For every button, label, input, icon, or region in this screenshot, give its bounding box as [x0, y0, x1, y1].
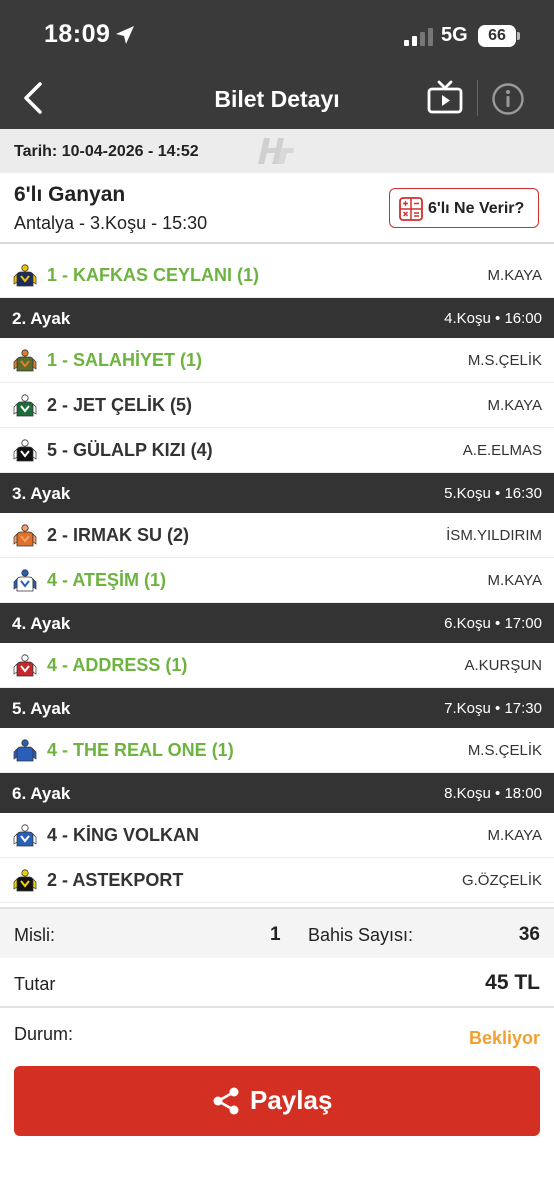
leg-race-time: 5.Koşu • 16:30 [444, 485, 542, 502]
share-icon [213, 1087, 239, 1115]
horse-row[interactable]: 4 - ADDRESS (1) A.KURŞUN [0, 643, 554, 688]
horse-name: 4 - ATEŞİM (1) [47, 570, 167, 590]
horse-name: 2 - ASTEKPORT [47, 870, 184, 890]
leg-label: 6. Ayak [12, 784, 71, 803]
leg-header: 5. Ayak 7.Koşu • 17:30 [0, 688, 554, 728]
tv-icon[interactable] [427, 80, 463, 116]
horse-name: 2 - IRMAK SU (2) [47, 525, 190, 545]
horse-row[interactable]: 4 - THE REAL ONE (1) M.S.ÇELİK [0, 728, 554, 773]
jockey-name: M.S.ÇELİK [467, 742, 542, 759]
jockey-silk-icon [13, 824, 37, 847]
horse-name: 1 - SALAHİYET (1) [47, 350, 203, 370]
watermark-logo-icon [258, 138, 294, 164]
amount-label: Tutar [14, 974, 56, 994]
page-title: Bilet Detayı [214, 86, 340, 112]
leg-label: 2. Ayak [12, 309, 71, 328]
ticket-date: Tarih: 10-04-2026 - 14:52 [14, 143, 199, 160]
location-arrow-icon [116, 26, 134, 44]
jockey-name: M.KAYA [487, 267, 542, 284]
network-label: 5G [441, 24, 468, 46]
horse-name: 5 - GÜLALP KIZI (4) [47, 440, 213, 460]
horse-name: 2 - JET ÇELİK (5) [47, 395, 193, 415]
status-value: Bekliyor [468, 1028, 540, 1048]
horse-row[interactable]: 1 - SALAHİYET (1) M.S.ÇELİK [0, 338, 554, 383]
leg-header: 4. Ayak 6.Koşu • 17:00 [0, 603, 554, 643]
leg-race-time: 8.Koşu • 18:00 [444, 785, 542, 802]
battery-tip [517, 32, 520, 40]
jockey-name: M.KAYA [487, 397, 542, 414]
leg-label: 4. Ayak [12, 614, 71, 633]
horse-name: 4 - KİNG VOLKAN [47, 825, 200, 845]
misli-value: 1 [270, 924, 281, 945]
leg-race-time: 6.Koşu • 17:00 [444, 615, 542, 632]
status-label: Durum: [14, 1024, 74, 1044]
top-bar: 18:09 5G 66 Bilet Detayı [0, 0, 554, 129]
jockey-silk-icon [13, 869, 37, 892]
jockey-silk-icon [13, 264, 37, 287]
jockey-name: İSM.YILDIRIM [446, 527, 542, 544]
bet-race: Antalya - 3.Koşu - 15:30 [14, 213, 208, 233]
leg-label: 3. Ayak [12, 484, 71, 503]
ne-verir-button[interactable]: 6'lı Ne Verir? [389, 188, 539, 228]
amount-row: Tutar 45 TL [0, 958, 554, 1008]
jockey-silk-icon [13, 569, 37, 592]
jockey-silk-icon [13, 524, 37, 547]
horse-row[interactable]: 2 - ASTEKPORT G.ÖZÇELİK [0, 858, 554, 903]
bahis-count-label: Bahis Sayısı: [308, 925, 414, 945]
horse-row[interactable]: 1 - KAFKAS CEYLANI (1) M.KAYA [0, 253, 554, 298]
horse-row[interactable]: 5 - GÜLALP KIZI (4) A.E.ELMAS [0, 428, 554, 473]
jockey-silk-icon [13, 394, 37, 417]
horse-name: 4 - THE REAL ONE (1) [47, 740, 234, 760]
share-label: Paylaş [250, 1085, 333, 1115]
jockey-name: M.KAYA [487, 827, 542, 844]
jockey-name: A.E.ELMAS [462, 442, 542, 459]
jockey-silk-icon [13, 739, 37, 762]
status-time: 18:09 [44, 20, 111, 48]
bahis-count-value: 36 [518, 924, 540, 945]
signal-icon [404, 28, 433, 46]
share-button[interactable]: Paylaş [14, 1066, 540, 1136]
header-divider [477, 80, 478, 116]
divider [0, 242, 554, 244]
leg-race-time: 4.Koşu • 16:00 [444, 310, 542, 327]
horse-name: 4 - ADDRESS (1) [47, 655, 188, 675]
horse-row[interactable]: 2 - JET ÇELİK (5) M.KAYA [0, 383, 554, 428]
jockey-name: M.S.ÇELİK [467, 352, 542, 369]
jockey-name: M.KAYA [487, 572, 542, 589]
info-icon[interactable] [491, 82, 525, 116]
jockey-name: A.KURŞUN [464, 657, 542, 674]
leg-label: 5. Ayak [12, 699, 71, 718]
calculator-icon [399, 197, 423, 221]
horse-row[interactable]: 4 - ATEŞİM (1) M.KAYA [0, 558, 554, 603]
leg-race-time: 7.Koşu • 17:30 [444, 700, 542, 717]
jockey-name: G.ÖZÇELİK [461, 872, 542, 889]
misli-label: Misli: [14, 925, 55, 945]
jockey-silk-icon [13, 654, 37, 677]
amount-value: 45 TL [485, 971, 540, 994]
jockey-silk-icon [13, 349, 37, 372]
battery-icon: 66 [478, 25, 516, 47]
ne-verir-label: 6'lı Ne Verir? [428, 200, 525, 217]
leg-header: 3. Ayak 5.Koşu • 16:30 [0, 473, 554, 513]
horse-row[interactable]: 4 - KİNG VOLKAN M.KAYA [0, 813, 554, 858]
leg-header: 2. Ayak 4.Koşu • 16:00 [0, 298, 554, 338]
jockey-silk-icon [13, 439, 37, 462]
bet-type: 6'lı Ganyan [14, 183, 126, 206]
leg-header: 6. Ayak 8.Koşu • 18:00 [0, 773, 554, 813]
horse-name: 1 - KAFKAS CEYLANI (1) [47, 265, 260, 285]
horse-row[interactable]: 2 - IRMAK SU (2) İSM.YILDIRIM [0, 513, 554, 558]
summary-row: Misli: 1 Bahis Sayısı: 36 [0, 907, 554, 958]
